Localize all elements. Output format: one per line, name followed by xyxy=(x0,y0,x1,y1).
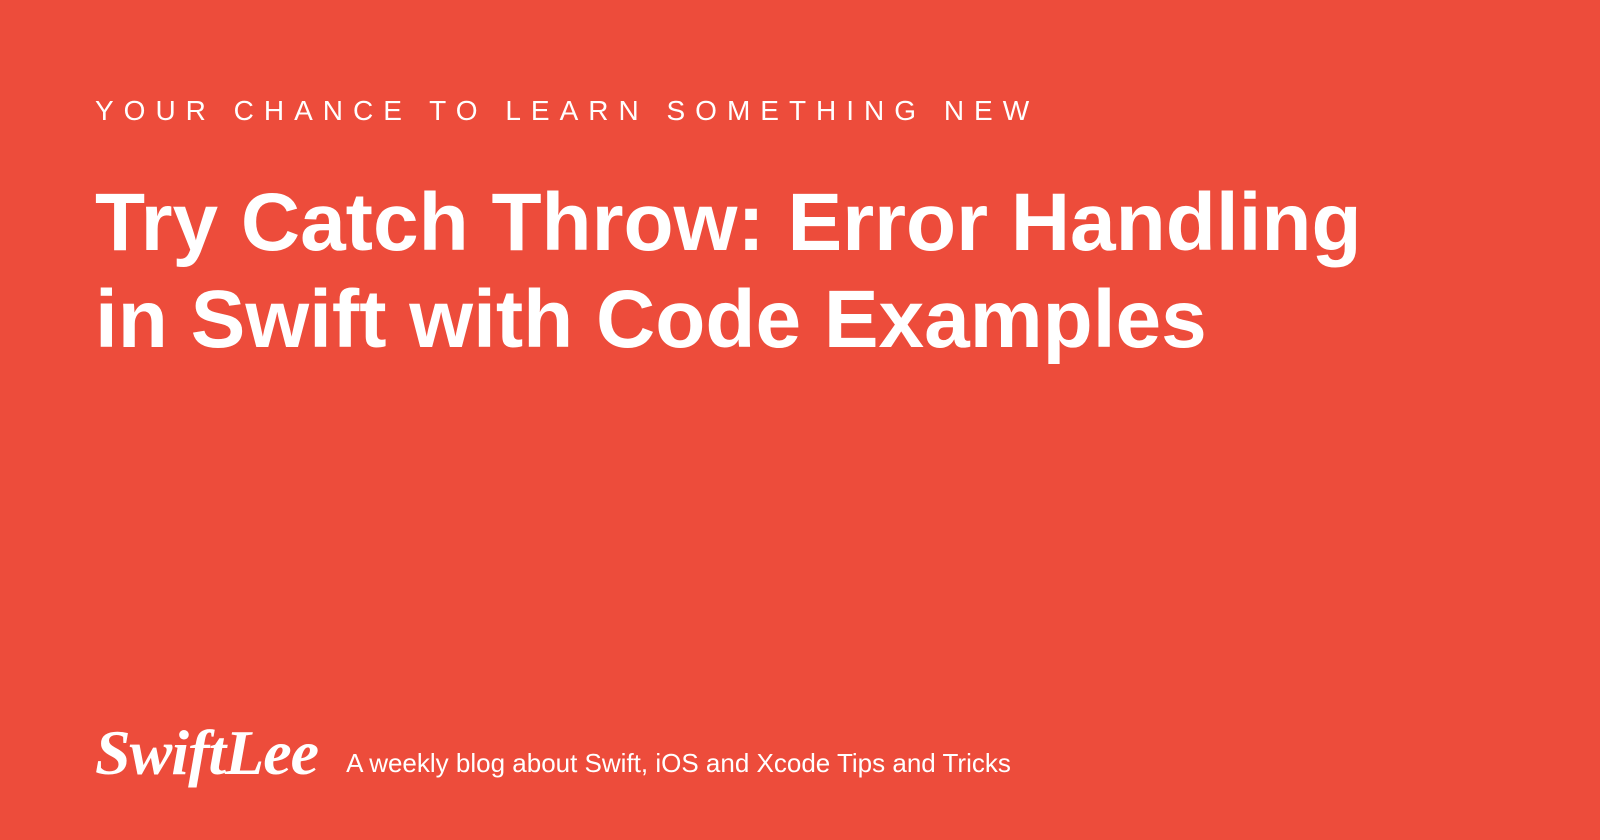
content-container: YOUR CHANCE TO LEARN SOMETHING NEW Try C… xyxy=(0,0,1600,840)
footer: SwiftLee A weekly blog about Swift, iOS … xyxy=(95,721,1011,785)
overline-text: YOUR CHANCE TO LEARN SOMETHING NEW xyxy=(95,95,1505,127)
site-logo: SwiftLee xyxy=(95,721,318,785)
page-title: Try Catch Throw: Error Handling in Swift… xyxy=(95,175,1395,369)
site-tagline: A weekly blog about Swift, iOS and Xcode… xyxy=(346,748,1011,785)
